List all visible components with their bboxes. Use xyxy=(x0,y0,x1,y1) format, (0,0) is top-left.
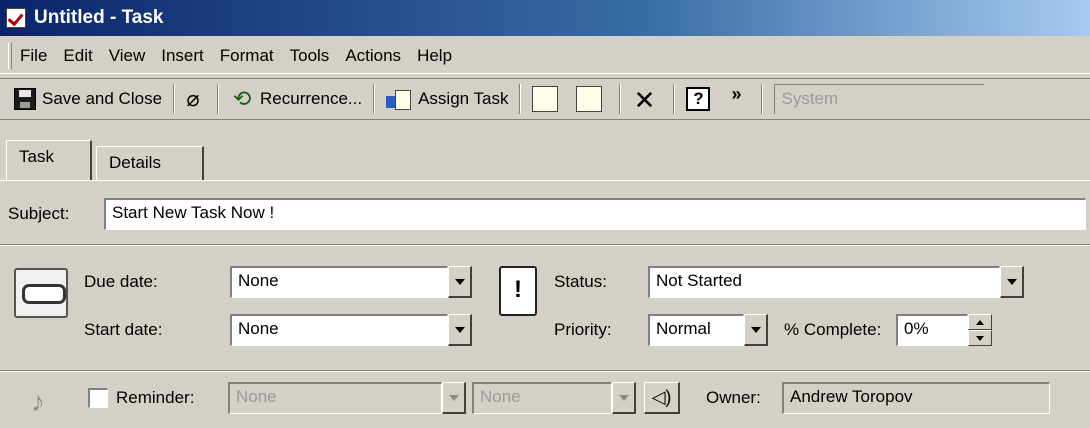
recurrence-button[interactable]: ⟲ Recurrence... xyxy=(224,82,368,116)
percent-complete-input[interactable]: 0% xyxy=(896,314,968,346)
status-label: Status: xyxy=(554,272,607,291)
help-button[interactable]: ? xyxy=(680,82,722,116)
menu-file[interactable]: File xyxy=(20,46,47,66)
priority-label: Priority: xyxy=(554,320,612,339)
start-date-dropdown-button[interactable] xyxy=(448,314,472,346)
subject-input[interactable]: Start New Task Now ! xyxy=(104,198,1086,230)
due-date-row: Due date: None xyxy=(84,266,472,298)
due-date-input[interactable]: None xyxy=(230,266,448,298)
recurrence-label: Recurrence... xyxy=(260,89,363,108)
menu-actions[interactable]: Actions xyxy=(345,46,401,66)
spinner-up-button[interactable] xyxy=(968,314,992,330)
spinner-down-button[interactable] xyxy=(968,330,992,346)
percent-complete-label: % Complete: xyxy=(784,320,882,339)
send-status-report-icon xyxy=(532,86,559,112)
menu-insert[interactable]: Insert xyxy=(161,46,204,66)
help-icon: ? xyxy=(686,87,711,111)
reminder-sound-icon: ◁) xyxy=(651,387,672,407)
start-date-input[interactable]: None xyxy=(230,314,448,346)
menu-bar: File Edit View Insert Format Tools Actio… xyxy=(0,38,1090,74)
reminder-date-input[interactable]: None xyxy=(228,382,442,414)
window-title: Untitled - Task xyxy=(34,7,164,28)
reminder-label: Reminder: xyxy=(116,388,195,407)
subject-label: Subject: xyxy=(8,204,70,223)
assign-task-icon xyxy=(386,88,412,110)
mark-complete-icon xyxy=(576,86,603,112)
menu-tools[interactable]: Tools xyxy=(290,46,330,66)
start-date-label: Start date: xyxy=(84,320,163,339)
task-check-icon xyxy=(6,8,26,28)
owner-input: Andrew Toropov xyxy=(782,382,1050,414)
calendar-icon xyxy=(14,268,68,318)
tab-panel-edge xyxy=(0,180,1090,181)
percent-complete-spinner[interactable] xyxy=(968,314,992,346)
reminder-sound-button[interactable]: ◁) xyxy=(644,382,680,414)
title-bar: Untitled - Task xyxy=(0,0,1090,36)
menu-view[interactable]: View xyxy=(109,46,146,66)
section-divider xyxy=(0,244,1090,246)
more-chevron-icon: » xyxy=(731,84,742,104)
due-date-dropdown-button[interactable] xyxy=(448,266,472,298)
priority-row: Priority: Normal % Complete: 0% xyxy=(554,314,992,346)
delete-x-icon: ✕ xyxy=(633,85,656,115)
menu-edit[interactable]: Edit xyxy=(63,46,92,66)
status-select[interactable]: Not Started xyxy=(648,266,1000,298)
tab-task[interactable]: Task xyxy=(6,140,92,180)
assign-task-label: Assign Task xyxy=(418,89,509,108)
reminder-checkbox[interactable] xyxy=(88,388,108,408)
owner-label: Owner: xyxy=(706,388,761,407)
status-row: Status: Not Started xyxy=(554,266,1024,298)
reminder-date-dropdown-button[interactable] xyxy=(442,382,466,414)
recurrence-arrows-icon: ⟲ xyxy=(232,86,252,111)
tab-details[interactable]: Details xyxy=(96,146,204,180)
priority-dropdown-button[interactable] xyxy=(744,314,768,346)
toolbar-separator xyxy=(619,84,622,114)
reminder-time-input[interactable]: None xyxy=(472,382,612,414)
status-dropdown-button[interactable] xyxy=(1000,266,1024,298)
menu-format[interactable]: Format xyxy=(220,46,274,66)
reminder-bell-icon: ♪ xyxy=(31,386,45,417)
start-date-row: Start date: None xyxy=(84,314,472,346)
insert-file-button[interactable]: ⌀ xyxy=(180,82,212,116)
toolbar-separator xyxy=(519,84,522,114)
mark-complete-button[interactable] xyxy=(570,82,614,116)
send-status-report-button[interactable] xyxy=(526,82,570,116)
toolbar-separator xyxy=(217,84,220,114)
tab-details-label: Details xyxy=(109,153,161,172)
tab-task-label: Task xyxy=(19,147,54,166)
delete-button[interactable]: ✕ xyxy=(626,82,668,116)
subject-row: Subject: Start New Task Now ! xyxy=(8,198,1086,230)
reminder-time-dropdown-button[interactable] xyxy=(612,382,636,414)
toolbar-separator xyxy=(673,84,676,114)
save-and-close-label: Save and Close xyxy=(42,89,163,108)
standard-toolbar: Save and Close ⌀ ⟲ Recurrence... Assign … xyxy=(0,78,1090,120)
menu-bar-grip[interactable] xyxy=(8,42,12,69)
paperclip-icon: ⌀ xyxy=(186,86,200,111)
menu-help[interactable]: Help xyxy=(417,46,452,66)
toolbar-separator xyxy=(173,84,176,114)
toolbar-options-button[interactable]: » xyxy=(722,82,756,116)
priority-exclamation-icon: ! xyxy=(499,266,537,316)
reminder-row: Reminder: None None ◁) Owner: Andrew Tor… xyxy=(88,382,1050,414)
priority-select[interactable]: Normal xyxy=(648,314,744,346)
style-box[interactable]: System xyxy=(774,84,985,114)
toolbar-separator xyxy=(373,84,376,114)
assign-task-button[interactable]: Assign Task xyxy=(380,82,514,116)
section-divider xyxy=(0,370,1090,372)
tab-strip: Task Details xyxy=(0,140,1090,180)
save-and-close-button[interactable]: Save and Close xyxy=(8,82,168,116)
due-date-label: Due date: xyxy=(84,272,158,291)
floppy-disk-icon xyxy=(14,88,36,110)
toolbar-separator xyxy=(761,84,764,114)
